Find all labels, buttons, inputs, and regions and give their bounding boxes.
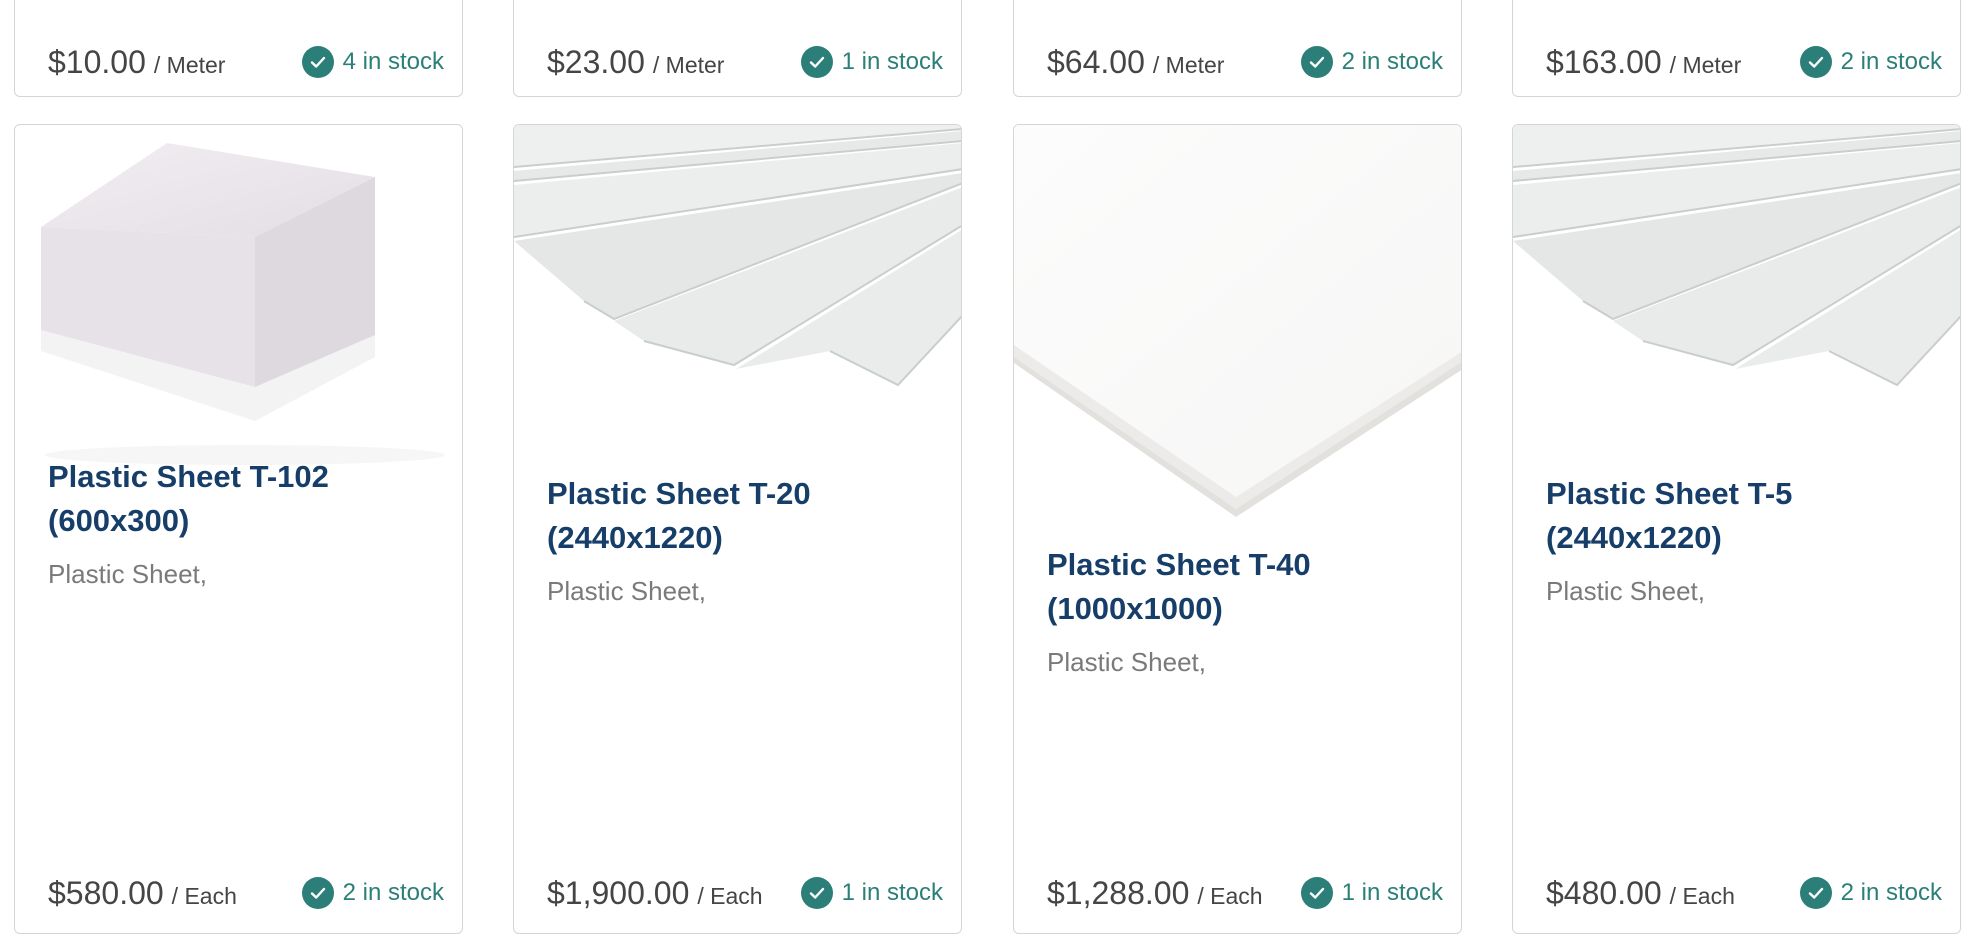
product-title-link[interactable]: Plastic Sheet T-5 (2440x1220) bbox=[1546, 472, 1930, 560]
price-block: $1,900.00 / Each bbox=[547, 875, 763, 912]
price-block: $480.00 / Each bbox=[1546, 875, 1735, 912]
product-category: Plastic Sheet, bbox=[1047, 647, 1206, 677]
price: $23.00 bbox=[547, 43, 645, 80]
product-card[interactable]: Plastic Sheet T-20 (2440x1220) Plastic S… bbox=[513, 124, 962, 934]
product-card[interactable]: Plastic Sheet T-5 (2440x1220) Plastic Sh… bbox=[1512, 124, 1961, 934]
check-circle-icon bbox=[301, 46, 334, 78]
product-card[interactable]: Plastic Sheet T-40 (1000x1000) Plastic S… bbox=[1013, 124, 1462, 934]
product-card[interactable]: $64.00 / Meter 2 in stock bbox=[1013, 0, 1462, 97]
stock-label: 4 in stock bbox=[342, 48, 444, 75]
product-card[interactable]: Plastic Sheet T-102 (600x300) Plastic Sh… bbox=[14, 124, 463, 934]
stock-label: 1 in stock bbox=[841, 879, 943, 906]
check-circle-icon bbox=[1300, 877, 1333, 909]
check-circle-icon bbox=[800, 46, 833, 78]
card-footer: $1,900.00 / Each 1 in stock bbox=[514, 869, 961, 917]
stock-status: 2 in stock bbox=[1799, 46, 1942, 78]
card-footer: $10.00 / Meter 4 in stock bbox=[15, 38, 462, 86]
card-footer: $580.00 / Each 2 in stock bbox=[15, 869, 462, 917]
stock-label: 1 in stock bbox=[841, 48, 943, 75]
price: $10.00 bbox=[48, 43, 146, 80]
price: $480.00 bbox=[1546, 874, 1662, 911]
card-footer: $163.00 / Meter 2 in stock bbox=[1513, 38, 1960, 86]
product-card[interactable]: $10.00 / Meter 4 in stock bbox=[14, 0, 463, 97]
stock-label: 2 in stock bbox=[342, 879, 444, 906]
check-circle-icon bbox=[1799, 877, 1832, 909]
stock-label: 2 in stock bbox=[1840, 879, 1942, 906]
stock-label: 2 in stock bbox=[1341, 48, 1443, 75]
check-circle-icon bbox=[800, 877, 833, 909]
check-circle-icon bbox=[1300, 46, 1333, 78]
product-title-link[interactable]: Plastic Sheet T-20 (2440x1220) bbox=[547, 472, 931, 560]
card-footer: $480.00 / Each 2 in stock bbox=[1513, 869, 1960, 917]
price-unit: / Meter bbox=[153, 51, 226, 78]
price-unit: / Meter bbox=[1152, 51, 1225, 78]
stock-status: 4 in stock bbox=[301, 46, 444, 78]
price-block: $1,288.00 / Each bbox=[1047, 875, 1263, 912]
product-category: Plastic Sheet, bbox=[1546, 576, 1705, 606]
stacked-sheets-image[interactable] bbox=[514, 125, 961, 465]
card-footer: $23.00 / Meter 1 in stock bbox=[514, 38, 961, 86]
product-card[interactable]: $163.00 / Meter 2 in stock bbox=[1512, 0, 1961, 97]
stock-status: 1 in stock bbox=[800, 877, 943, 909]
product-grid: $10.00 / Meter 4 in stock $23.00 / Meter… bbox=[0, 0, 1988, 952]
product-category: Plastic Sheet, bbox=[48, 559, 207, 589]
stock-label: 1 in stock bbox=[1341, 879, 1443, 906]
price-unit: / Each bbox=[1197, 882, 1263, 909]
product-category: Plastic Sheet, bbox=[547, 576, 706, 606]
price: $1,900.00 bbox=[547, 874, 690, 911]
product-card[interactable]: $23.00 / Meter 1 in stock bbox=[513, 0, 962, 97]
stock-status: 2 in stock bbox=[1300, 46, 1443, 78]
stock-status: 2 in stock bbox=[301, 877, 444, 909]
price-block: $10.00 / Meter bbox=[48, 44, 225, 81]
price-block: $64.00 / Meter bbox=[1047, 44, 1224, 81]
price-block: $23.00 / Meter bbox=[547, 44, 724, 81]
price: $580.00 bbox=[48, 874, 164, 911]
price-unit: / Each bbox=[1669, 882, 1735, 909]
check-circle-icon bbox=[301, 877, 334, 909]
stacked-sheets-image[interactable] bbox=[1513, 125, 1960, 465]
price-unit: / Each bbox=[171, 882, 237, 909]
price: $1,288.00 bbox=[1047, 874, 1190, 911]
single-sheet-corner-image[interactable] bbox=[1014, 125, 1461, 525]
stock-label: 2 in stock bbox=[1840, 48, 1942, 75]
price-unit: / Each bbox=[697, 882, 763, 909]
price-block: $163.00 / Meter bbox=[1546, 44, 1741, 81]
product-title-link[interactable]: Plastic Sheet T-102 (600x300) bbox=[48, 455, 432, 543]
plastic-block-image[interactable] bbox=[15, 125, 462, 465]
card-footer: $64.00 / Meter 2 in stock bbox=[1014, 38, 1461, 86]
price-unit: / Meter bbox=[652, 51, 725, 78]
card-footer: $1,288.00 / Each 1 in stock bbox=[1014, 869, 1461, 917]
stock-status: 2 in stock bbox=[1799, 877, 1942, 909]
price-block: $580.00 / Each bbox=[48, 875, 237, 912]
check-circle-icon bbox=[1799, 46, 1832, 78]
price: $163.00 bbox=[1546, 43, 1662, 80]
product-title-link[interactable]: Plastic Sheet T-40 (1000x1000) bbox=[1047, 543, 1431, 631]
stock-status: 1 in stock bbox=[1300, 877, 1443, 909]
price: $64.00 bbox=[1047, 43, 1145, 80]
price-unit: / Meter bbox=[1669, 51, 1742, 78]
stock-status: 1 in stock bbox=[800, 46, 943, 78]
